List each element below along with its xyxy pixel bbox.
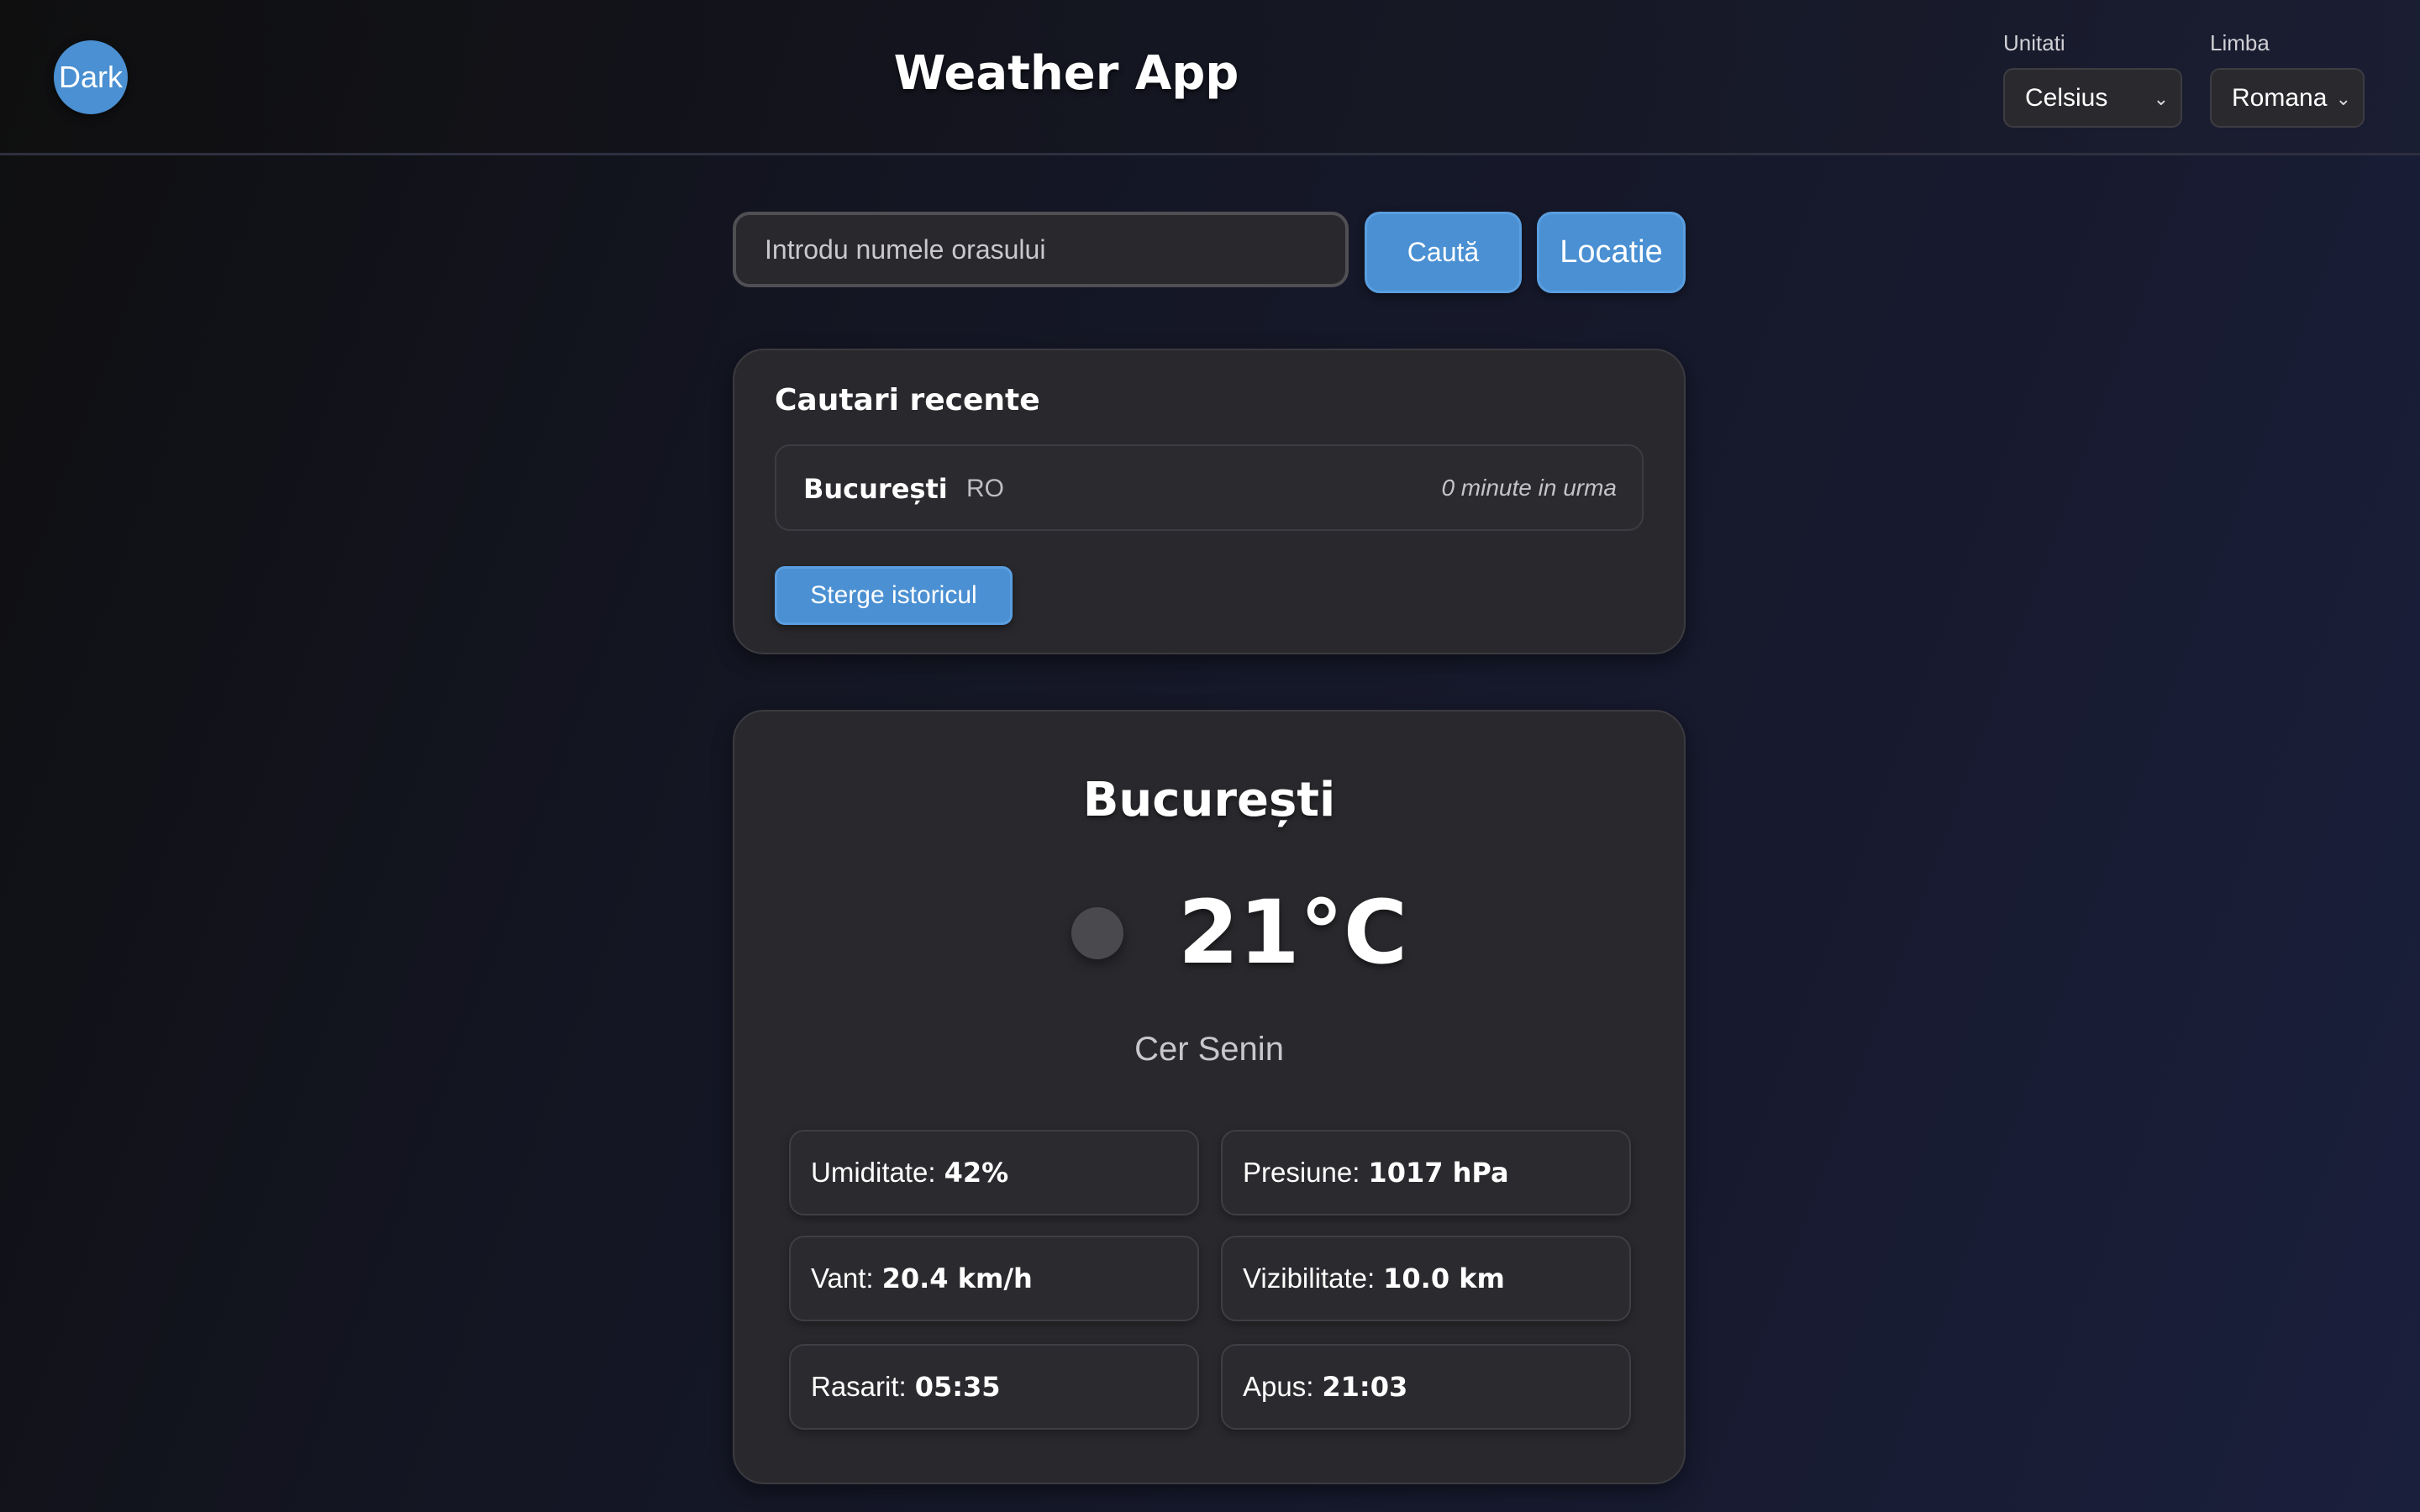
chevron-down-icon: ⌄	[2153, 88, 2169, 109]
units-label: Unitati	[2003, 30, 2065, 55]
detail-label: Umiditate:	[811, 1157, 936, 1188]
detail-pressure: Presiune: 1017 hPa	[1221, 1130, 1631, 1215]
detail-label: Presiune:	[1243, 1157, 1360, 1188]
weather-city: București	[1082, 773, 1336, 827]
recent-search-item[interactable]: București RO 0 minute in urma	[775, 444, 1644, 531]
detail-humidity: Umiditate: 42%	[789, 1130, 1199, 1215]
detail-sunset: Apus: 21:03	[1221, 1344, 1631, 1430]
language-value: Romana	[2232, 83, 2328, 112]
recent-searches-title: Cautari recente	[775, 383, 1040, 417]
temperature: 21°C	[1178, 881, 1408, 984]
detail-label: Apus:	[1243, 1371, 1314, 1402]
search-button[interactable]: Caută	[1365, 212, 1522, 293]
recent-country: RO	[966, 475, 1004, 502]
recent-time: 0 minute in urma	[1441, 475, 1617, 501]
clear-history-button[interactable]: Sterge istoricul	[775, 566, 1013, 625]
language-label: Limba	[2210, 30, 2270, 55]
detail-label: Rasarit:	[811, 1371, 907, 1402]
detail-label: Vizibilitate:	[1243, 1263, 1376, 1294]
detail-value: 10.0 km	[1383, 1263, 1505, 1294]
detail-value: 21:03	[1322, 1371, 1408, 1403]
location-button[interactable]: Locatie	[1537, 212, 1686, 293]
city-search-input[interactable]: Introdu numele orasului	[733, 212, 1349, 287]
units-select[interactable]: Celsius ⌄	[2003, 68, 2182, 128]
language-select[interactable]: Romana ⌄	[2210, 68, 2365, 128]
weather-description: Cer Senin	[1134, 1031, 1284, 1068]
detail-visibility: Vizibilitate: 10.0 km	[1221, 1236, 1631, 1321]
chevron-down-icon: ⌄	[2335, 88, 2351, 109]
detail-label: Vant:	[811, 1263, 874, 1294]
units-value: Celsius	[2025, 83, 2108, 112]
detail-wind: Vant: 20.4 km/h	[789, 1236, 1199, 1321]
detail-value: 1017 hPa	[1368, 1157, 1509, 1189]
weather-icon	[1071, 907, 1123, 959]
detail-sunrise: Rasarit: 05:35	[789, 1344, 1199, 1430]
detail-value: 42%	[944, 1157, 1009, 1189]
detail-value: 05:35	[914, 1371, 1001, 1403]
app-title: Weather App	[893, 46, 1239, 101]
recent-city: București	[803, 473, 948, 505]
detail-value: 20.4 km/h	[881, 1263, 1033, 1294]
